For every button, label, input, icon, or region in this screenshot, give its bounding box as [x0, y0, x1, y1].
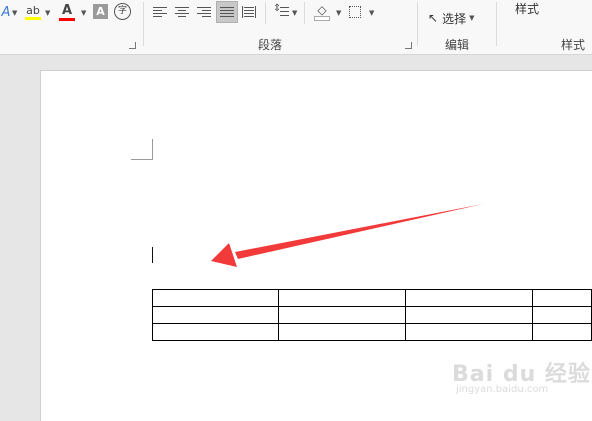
align-left-icon — [153, 6, 167, 18]
border-icon — [349, 6, 361, 18]
character-shading-button[interactable]: A — [93, 4, 108, 19]
table-cell[interactable] — [278, 323, 406, 341]
line-spacing-icon: ⇕ — [273, 3, 289, 18]
margin-corner-mark — [152, 139, 153, 160]
chevron-down-icon[interactable]: ▼ — [336, 9, 341, 17]
ribbon: A ▼ ab ▼ A ▼ A 字 ⇕ ▼ ◇ ▼ ▼ 段落 ↖ 选择 ▼ 编辑 … — [0, 0, 592, 55]
paint-bucket-icon: ◇ — [317, 2, 327, 17]
chevron-down-icon[interactable]: ▼ — [81, 9, 86, 17]
cursor-arrow-icon: ↖ — [428, 11, 439, 25]
group-separator — [265, 2, 266, 24]
distributed-button[interactable] — [241, 4, 257, 20]
table-cell[interactable] — [532, 306, 592, 324]
align-right-icon — [197, 6, 211, 18]
group-separator — [496, 2, 497, 46]
align-left-button[interactable] — [152, 4, 168, 20]
group-separator — [143, 2, 144, 46]
align-center-button[interactable] — [174, 4, 190, 20]
highlight-color-bar — [25, 16, 41, 20]
highlight-icon: ab — [26, 3, 40, 17]
chevron-down-icon[interactable]: ▼ — [45, 9, 50, 17]
select-label: 选择 — [442, 11, 467, 26]
chevron-down-icon[interactable]: ▼ — [369, 9, 374, 17]
shading-button[interactable]: ◇ — [313, 3, 331, 21]
paragraph-dialog-launcher-icon[interactable] — [405, 42, 412, 49]
text-insertion-cursor — [152, 247, 153, 263]
font-color-button[interactable]: A — [58, 2, 76, 22]
select-button[interactable]: ↖ 选择 ▼ — [428, 9, 484, 27]
shading-color-bar — [314, 15, 330, 21]
enclose-characters-button[interactable]: 字 — [114, 3, 131, 20]
align-center-icon — [175, 6, 189, 18]
justify-icon — [220, 7, 234, 18]
paragraph-group-label: 段落 — [258, 38, 283, 52]
char-shading-icon: A — [96, 5, 105, 18]
font-dialog-launcher-icon[interactable] — [129, 42, 136, 49]
text-effects-button[interactable]: A — [0, 4, 12, 20]
table-cell[interactable] — [151, 306, 280, 324]
table-row — [151, 289, 592, 307]
chevron-down-icon[interactable]: ▼ — [292, 9, 297, 17]
styles-gallery-label[interactable]: 样式 — [515, 0, 539, 17]
margin-corner-mark — [131, 159, 153, 160]
table-cell[interactable] — [532, 289, 592, 307]
table-cell[interactable] — [532, 323, 592, 341]
font-color-icon: A — [61, 2, 73, 18]
table-cell[interactable] — [404, 323, 534, 341]
justify-button[interactable] — [216, 1, 238, 23]
line-spacing-button[interactable]: ⇕ — [272, 3, 290, 20]
borders-button[interactable] — [347, 4, 363, 20]
table-cell[interactable] — [151, 323, 280, 341]
chevron-down-icon: ▼ — [469, 14, 475, 22]
editing-group-label: 编辑 — [445, 38, 470, 52]
table-row — [151, 306, 592, 324]
table-cell[interactable] — [404, 306, 534, 324]
table-cell[interactable] — [278, 289, 406, 307]
table-cell[interactable] — [151, 289, 280, 307]
align-right-button[interactable] — [196, 4, 212, 20]
enclose-char-icon: 字 — [117, 6, 127, 16]
replace-button[interactable] — [428, 0, 468, 2]
font-color-bar — [59, 17, 75, 21]
table-cell[interactable] — [404, 289, 534, 307]
group-separator — [304, 2, 305, 24]
group-separator — [417, 2, 418, 46]
table-cell[interactable] — [278, 306, 406, 324]
text-highlight-button[interactable]: ab — [24, 2, 42, 22]
watermark-url: jingyan.baidu.com — [456, 384, 549, 395]
styles-group-label: 样式 — [561, 38, 586, 52]
document-table[interactable] — [151, 289, 592, 341]
chevron-down-icon[interactable]: ▼ — [12, 9, 17, 17]
distributed-icon — [242, 6, 256, 18]
table-row — [151, 323, 592, 341]
text-effects-icon: A — [1, 4, 11, 20]
